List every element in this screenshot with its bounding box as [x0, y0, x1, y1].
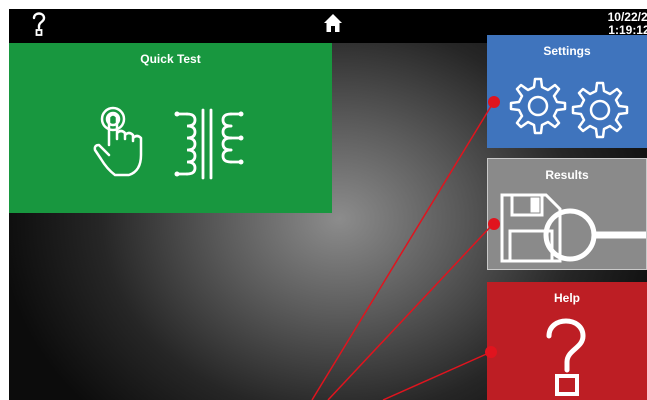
results-button[interactable]: Results: [487, 158, 647, 270]
home-icon[interactable]: [323, 13, 343, 33]
settings-button[interactable]: Settings: [487, 35, 647, 148]
hand-pointer-icon: [93, 106, 143, 177]
quick-test-label: Quick Test: [140, 52, 201, 66]
help-label: Help: [553, 291, 580, 305]
disk-magnifier-icon: [500, 193, 646, 263]
quick-test-button[interactable]: Quick Test: [9, 43, 332, 213]
transformer-icon: [174, 108, 244, 180]
results-label: Results: [545, 168, 589, 182]
help-button[interactable]: Help: [487, 282, 647, 400]
settings-label: Settings: [543, 44, 591, 58]
help-question-icon[interactable]: [28, 9, 50, 37]
question-icon: [546, 318, 586, 396]
gears-icon: [509, 77, 629, 139]
date-time: 10/22/201 1:19:12 P: [608, 11, 647, 37]
